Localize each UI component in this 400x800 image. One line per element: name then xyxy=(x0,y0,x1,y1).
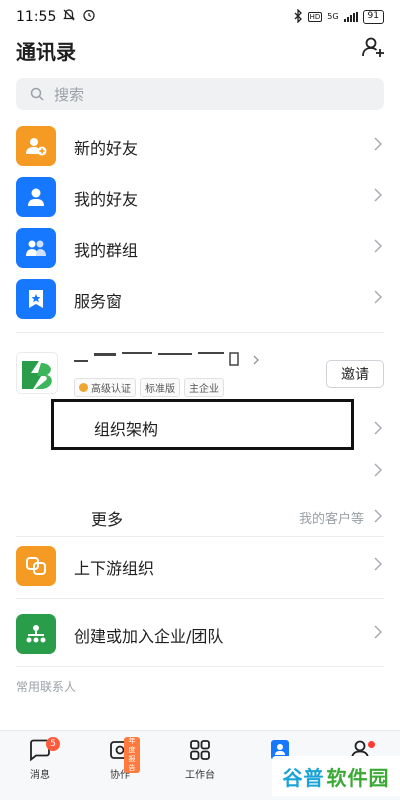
chevron-right-icon xyxy=(374,625,383,639)
obscured-org-name xyxy=(74,352,259,366)
certified-badge-icon xyxy=(79,383,88,392)
menu-label-new-friends: 新的好友 xyxy=(74,139,139,158)
mute-bell-icon xyxy=(62,8,76,26)
section-label-frequent-contacts: 常用联系人 xyxy=(16,680,77,694)
tab-label-messages: 消息 xyxy=(30,770,50,781)
menu-label-my-groups: 我的群组 xyxy=(74,241,139,260)
divider xyxy=(16,598,384,599)
more-hint: 我的客户等 xyxy=(298,512,364,527)
battery-icon: 91 xyxy=(362,10,384,24)
watermark-text-a: 谷普 xyxy=(282,765,325,790)
menu-item-service-window[interactable]: 服务窗 xyxy=(0,271,400,323)
alarm-icon xyxy=(82,8,96,26)
watermark-text-b: 软件园 xyxy=(326,765,390,790)
divider xyxy=(16,536,384,537)
new-friend-icon xyxy=(16,126,56,166)
org-tree-icon xyxy=(16,614,56,654)
tag-main-enterprise: 主企业 xyxy=(184,378,224,397)
status-bar: 11:55 HD 5G 91 xyxy=(0,0,400,34)
tab-workbench[interactable]: 工作台 xyxy=(170,737,230,787)
tab-label-workbench: 工作台 xyxy=(185,770,215,781)
chevron-right-icon xyxy=(374,188,383,202)
org-structure-item[interactable]: 组织架构 xyxy=(51,399,354,450)
service-window-icon xyxy=(16,279,56,319)
menu-item-new-friends[interactable]: 新的好友 xyxy=(0,118,400,170)
menu-label-create-join-team: 创建或加入企业/团队 xyxy=(74,627,224,646)
search-icon xyxy=(30,87,44,101)
menu-item-create-join-team[interactable]: 创建或加入企业/团队 xyxy=(0,606,400,658)
menu-label-my-friends: 我的好友 xyxy=(74,190,139,209)
chevron-right-icon xyxy=(374,463,383,477)
divider xyxy=(16,332,384,333)
menu-label-upstream-downstream: 上下游组织 xyxy=(74,559,155,578)
add-contact-button[interactable] xyxy=(360,34,386,60)
chevron-right-icon xyxy=(374,290,383,304)
divider xyxy=(16,666,384,667)
tag-standard-edition: 标准版 xyxy=(140,378,180,397)
chevron-right-icon xyxy=(374,557,383,571)
unread-badge: 5 xyxy=(46,737,60,751)
org-structure-label: 组织架构 xyxy=(94,420,159,439)
add-person-icon xyxy=(362,37,384,57)
menu-item-upstream-downstream[interactable]: 上下游组织 xyxy=(0,538,400,590)
search-input[interactable]: 搜索 xyxy=(16,78,384,110)
chevron-right-icon xyxy=(374,421,383,435)
tab-messages[interactable]: 5 消息 xyxy=(10,737,70,787)
search-placeholder: 搜索 xyxy=(54,85,85,104)
menu-label-service-window: 服务窗 xyxy=(74,292,123,311)
annual-report-badge: 年度报告 xyxy=(124,737,140,773)
tab-collaboration[interactable]: 年度报告 协作 xyxy=(90,737,150,787)
tag-advanced-certified: 高级认证 xyxy=(74,378,136,397)
hd-badge: HD xyxy=(307,12,323,22)
menu-item-my-groups[interactable]: 我的群组 xyxy=(0,220,400,272)
header: 通讯录 xyxy=(0,34,400,66)
status-time: 11:55 xyxy=(16,9,57,25)
menu-item-my-friends[interactable]: 我的好友 xyxy=(0,169,400,221)
grid-icon xyxy=(190,740,210,760)
signal-icon xyxy=(343,12,358,22)
organization-name xyxy=(74,350,264,374)
chevron-right-icon xyxy=(374,137,383,151)
more-item[interactable]: 更多 我的客户等 xyxy=(0,500,400,532)
site-watermark: 谷普 软件园 xyxy=(272,756,400,796)
network-type: 5G xyxy=(327,12,339,21)
group-icon xyxy=(16,228,56,268)
bluetooth-icon xyxy=(293,7,303,26)
friend-icon xyxy=(16,177,56,217)
more-label: 更多 xyxy=(91,510,124,529)
link-org-icon xyxy=(16,546,56,586)
company-logo xyxy=(16,352,58,394)
organization-tags: 高级认证 标准版 主企业 xyxy=(74,378,224,397)
chevron-right-icon xyxy=(374,509,383,523)
invite-button[interactable]: 邀请 xyxy=(326,360,384,388)
notification-dot xyxy=(368,741,375,748)
chevron-right-icon xyxy=(374,239,383,253)
page-title: 通讯录 xyxy=(16,40,76,64)
